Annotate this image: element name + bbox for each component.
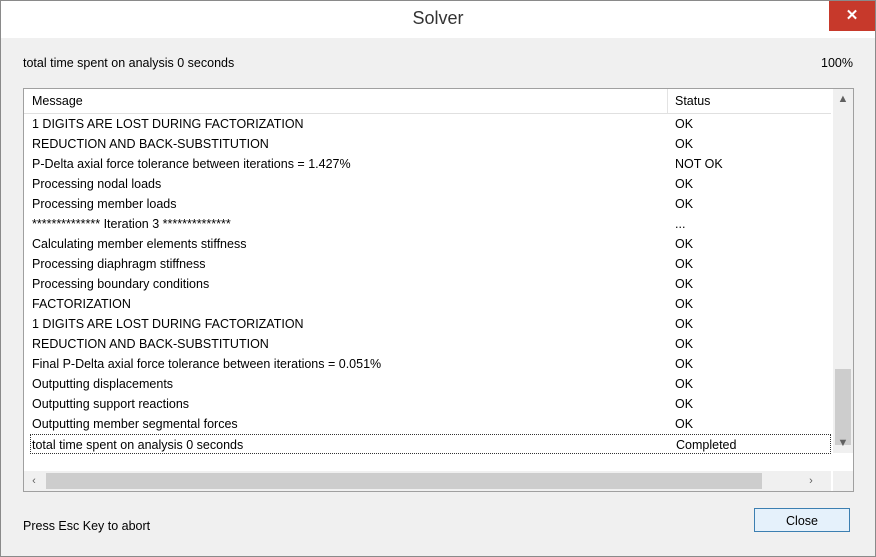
row-status: OK [675, 197, 694, 211]
table-row[interactable]: Outputting displacements OK [24, 374, 831, 394]
column-header-status[interactable]: Status [669, 89, 831, 113]
table-row[interactable]: 1 DIGITS ARE LOST DURING FACTORIZATION OK [24, 314, 831, 334]
row-message: Outputting member segmental forces [32, 417, 238, 431]
scroll-left-icon[interactable]: ‹ [24, 471, 44, 491]
row-message: P-Delta axial force tolerance between it… [32, 157, 351, 171]
table-row[interactable]: Calculating member elements stiffness OK [24, 234, 831, 254]
table-row[interactable]: 1 DIGITS ARE LOST DURING FACTORIZATION OK [24, 114, 831, 134]
message-grid[interactable]: Message Status 1 DIGITS ARE LOST DURING … [23, 88, 854, 492]
row-status: OK [675, 237, 694, 251]
row-message: total time spent on analysis 0 seconds [32, 438, 244, 452]
row-status: ... [675, 217, 686, 231]
close-button[interactable]: Close [754, 508, 850, 532]
row-status: OK [675, 377, 694, 391]
window-title: Solver [412, 8, 464, 28]
abort-hint: Press Esc Key to abort [23, 519, 151, 533]
window-close-button[interactable]: ✕ [829, 1, 875, 31]
horizontal-scroll-thumb[interactable] [46, 473, 762, 489]
scroll-right-icon[interactable]: › [801, 471, 821, 491]
row-message: Outputting displacements [32, 377, 174, 391]
solver-dialog: Solver ✕ total time spent on analysis 0 … [0, 0, 876, 557]
grid-header: Message Status [24, 89, 831, 114]
column-header-message[interactable]: Message [24, 89, 668, 113]
table-row[interactable]: ************** Iteration 3 *************… [24, 214, 831, 234]
row-status: OK [675, 257, 694, 271]
row-message: 1 DIGITS ARE LOST DURING FACTORIZATION [32, 317, 304, 331]
row-message: Outputting support reactions [32, 397, 190, 411]
row-status: OK [675, 357, 694, 371]
row-status: OK [675, 297, 694, 311]
row-message: Calculating member elements stiffness [32, 237, 247, 251]
table-row[interactable]: REDUCTION AND BACK-SUBSTITUTION OK [24, 334, 831, 354]
row-message: REDUCTION AND BACK-SUBSTITUTION [32, 337, 269, 351]
progress-percent: 100% [821, 56, 853, 70]
row-message: ************** Iteration 3 *************… [32, 217, 231, 231]
row-status: OK [675, 397, 694, 411]
row-message: 1 DIGITS ARE LOST DURING FACTORIZATION [32, 117, 304, 131]
row-status: OK [675, 117, 694, 131]
row-message: FACTORIZATION [32, 297, 131, 311]
scroll-corner [833, 471, 853, 491]
table-row[interactable]: Processing diaphragm stiffness OK [24, 254, 831, 274]
row-message: Processing nodal loads [32, 177, 162, 191]
table-row[interactable]: FACTORIZATION OK [24, 294, 831, 314]
scroll-down-icon[interactable]: ▼ [833, 433, 853, 453]
row-message: Processing diaphragm stiffness [32, 257, 206, 271]
row-message: Final P-Delta axial force tolerance betw… [32, 357, 382, 371]
row-status: OK [675, 317, 694, 331]
table-row[interactable]: Outputting member segmental forces OK [24, 414, 831, 434]
table-row[interactable]: Processing boundary conditions OK [24, 274, 831, 294]
table-row[interactable]: Final P-Delta axial force tolerance betw… [24, 354, 831, 374]
row-status: Completed [676, 438, 737, 452]
row-status: NOT OK [675, 157, 723, 171]
row-message: REDUCTION AND BACK-SUBSTITUTION [32, 137, 269, 151]
grid-rows: 1 DIGITS ARE LOST DURING FACTORIZATION OK… [24, 114, 831, 454]
analysis-status-text: total time spent on analysis 0 seconds [23, 56, 235, 70]
table-row[interactable]: total time spent on analysis 0 seconds Co… [30, 434, 831, 454]
table-row[interactable]: P-Delta axial force tolerance between it… [24, 154, 831, 174]
row-message: Processing member loads [32, 197, 177, 211]
table-row[interactable]: Outputting support reactions OK [24, 394, 831, 414]
table-row[interactable]: Processing nodal loads OK [24, 174, 831, 194]
table-row[interactable]: Processing member loads OK [24, 194, 831, 214]
table-row[interactable]: REDUCTION AND BACK-SUBSTITUTION OK [24, 134, 831, 154]
row-status: OK [675, 337, 694, 351]
row-status: OK [675, 417, 694, 431]
scroll-up-icon[interactable]: ▲ [833, 89, 853, 109]
vertical-scrollbar[interactable]: ▲ ▼ [833, 89, 853, 453]
row-status: OK [675, 277, 694, 291]
horizontal-scrollbar[interactable]: ‹ › [24, 471, 831, 491]
row-status: OK [675, 137, 694, 151]
row-message: Processing boundary conditions [32, 277, 210, 291]
title-bar: Solver ✕ [1, 1, 875, 38]
row-status: OK [675, 177, 694, 191]
